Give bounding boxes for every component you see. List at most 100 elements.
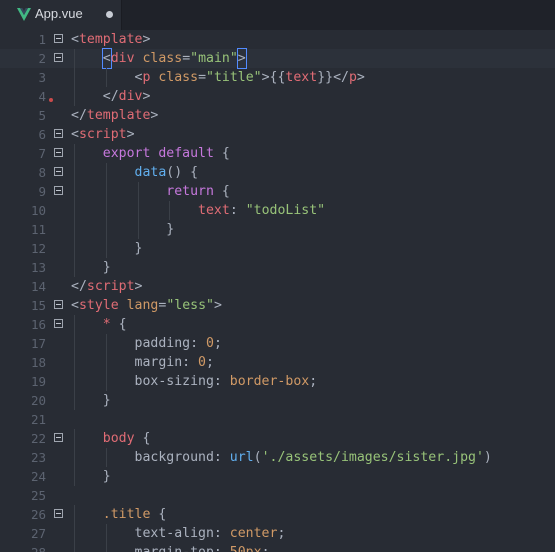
fold-toggle-icon[interactable] <box>54 148 63 157</box>
code-token: </ <box>71 108 87 123</box>
code-line[interactable]: 10 text: "todoList" <box>0 201 555 220</box>
code-token: { <box>134 431 151 446</box>
code-token: ; <box>206 355 214 370</box>
code-token: ( <box>253 450 262 465</box>
code-token: body <box>102 431 135 446</box>
code-line[interactable]: 5 </template> <box>0 106 555 125</box>
line-number: 23 <box>30 450 46 465</box>
code-token: = <box>198 70 207 85</box>
code-token: < <box>71 127 79 142</box>
code-token: "title" <box>206 70 262 85</box>
code-token: 0 <box>198 355 206 370</box>
code-token: ) <box>483 450 492 465</box>
code-text: </div> <box>71 87 151 106</box>
code-token: > <box>142 32 151 47</box>
code-token: > <box>213 298 222 313</box>
line-number: 12 <box>30 241 46 256</box>
line-number: 27 <box>30 526 46 541</box>
code-text: <div class="main"> <box>71 48 247 69</box>
code-token: ; <box>262 545 270 552</box>
code-line[interactable]: 19 box-sizing: border-box; <box>0 372 555 391</box>
code-token: </ <box>71 279 87 294</box>
code-token: 0 <box>205 336 214 351</box>
code-token: box-sizing: <box>71 374 230 389</box>
code-line[interactable]: 3 <p class="title">{{text}}</p> <box>0 68 555 87</box>
code-text: } <box>71 220 174 239</box>
code-line[interactable]: 23 background: url('./assets/images/sist… <box>0 448 555 467</box>
code-text: <template> <box>71 30 150 49</box>
code-token: < <box>71 298 79 313</box>
code-token: center <box>229 526 278 541</box>
code-line[interactable]: 16 * { <box>0 315 555 334</box>
code-text: } <box>71 239 143 258</box>
code-line[interactable]: 13 } <box>0 258 555 277</box>
modified-indicator-icon[interactable] <box>106 11 113 18</box>
code-token: script <box>78 127 127 142</box>
code-line[interactable]: 7 export default { <box>0 144 555 163</box>
code-token: lang <box>126 298 159 313</box>
fold-toggle-icon[interactable] <box>54 53 63 62</box>
line-number: 20 <box>30 393 46 408</box>
code-line[interactable]: 28 margin-top: 50px; <box>0 543 555 552</box>
fold-toggle-icon[interactable] <box>54 433 63 442</box>
code-line[interactable]: 17 padding: 0; <box>0 334 555 353</box>
code-line[interactable]: 24 } <box>0 467 555 486</box>
code-text: <script> <box>71 125 135 144</box>
code-text: <style lang="less"> <box>71 296 222 315</box>
code-text: .title { <box>71 505 167 524</box>
code-token: } <box>71 222 175 237</box>
code-token: < <box>71 70 143 85</box>
code-token: : <box>229 203 246 218</box>
code-line[interactable]: 2 <div class="main"> <box>0 48 555 69</box>
code-token: p <box>348 70 357 85</box>
code-line[interactable]: 22 body { <box>0 429 555 448</box>
code-line[interactable]: 15 <style lang="less"> <box>0 296 555 315</box>
line-number: 2 <box>38 51 46 66</box>
fold-toggle-icon[interactable] <box>54 129 63 138</box>
code-line[interactable]: 27 text-align: center; <box>0 524 555 543</box>
code-line[interactable]: 26 .title { <box>0 505 555 524</box>
code-token: ; <box>309 374 318 389</box>
line-number: 24 <box>30 469 46 484</box>
code-line[interactable]: 1 <template> <box>0 30 555 49</box>
vue-icon <box>17 8 31 21</box>
editor-window: App.vue 1 <template> 2 <div class="main"> 3… <box>0 0 555 552</box>
tab-app-vue[interactable]: App.vue <box>0 0 122 30</box>
code-token: = <box>182 51 191 66</box>
code-line[interactable]: 11 } <box>0 220 555 239</box>
line-number: 6 <box>38 127 46 142</box>
fold-toggle-icon[interactable] <box>54 167 63 176</box>
code-token: </ <box>71 89 119 104</box>
code-line[interactable]: 18 margin: 0; <box>0 353 555 372</box>
line-number: 18 <box>30 355 46 370</box>
code-token: ; <box>213 336 222 351</box>
line-number: 4 <box>38 89 46 104</box>
code-text: margin: 0; <box>71 353 214 372</box>
line-number: 1 <box>38 32 46 47</box>
code-token: border-box <box>229 374 310 389</box>
code-line[interactable]: 9 return { <box>0 182 555 201</box>
code-line[interactable]: 21 <box>0 410 555 429</box>
code-token: text <box>198 203 230 218</box>
code-line[interactable]: 8 data() { <box>0 163 555 182</box>
code-token: div <box>118 89 143 104</box>
code-line[interactable]: 14 </script> <box>0 277 555 296</box>
code-line[interactable]: 6 <script> <box>0 125 555 144</box>
code-line[interactable]: 12 } <box>0 239 555 258</box>
fold-toggle-icon[interactable] <box>54 319 63 328</box>
code-line[interactable]: 4 </div> <box>0 87 555 106</box>
code-token: 50px <box>230 545 262 552</box>
fold-toggle-icon[interactable] <box>54 186 63 195</box>
code-token: margin: <box>71 355 199 370</box>
code-editor[interactable]: 1 <template> 2 <div class="main"> 3 <p clas… <box>0 30 555 552</box>
tab-bar: App.vue <box>0 0 555 30</box>
code-text: text-align: center; <box>71 524 286 543</box>
fold-toggle-icon[interactable] <box>54 509 63 518</box>
code-token: class <box>158 70 199 85</box>
fold-toggle-icon[interactable] <box>54 34 63 43</box>
code-line[interactable]: 25 <box>0 486 555 505</box>
code-line[interactable]: 20 } <box>0 391 555 410</box>
fold-toggle-icon[interactable] <box>54 300 63 309</box>
